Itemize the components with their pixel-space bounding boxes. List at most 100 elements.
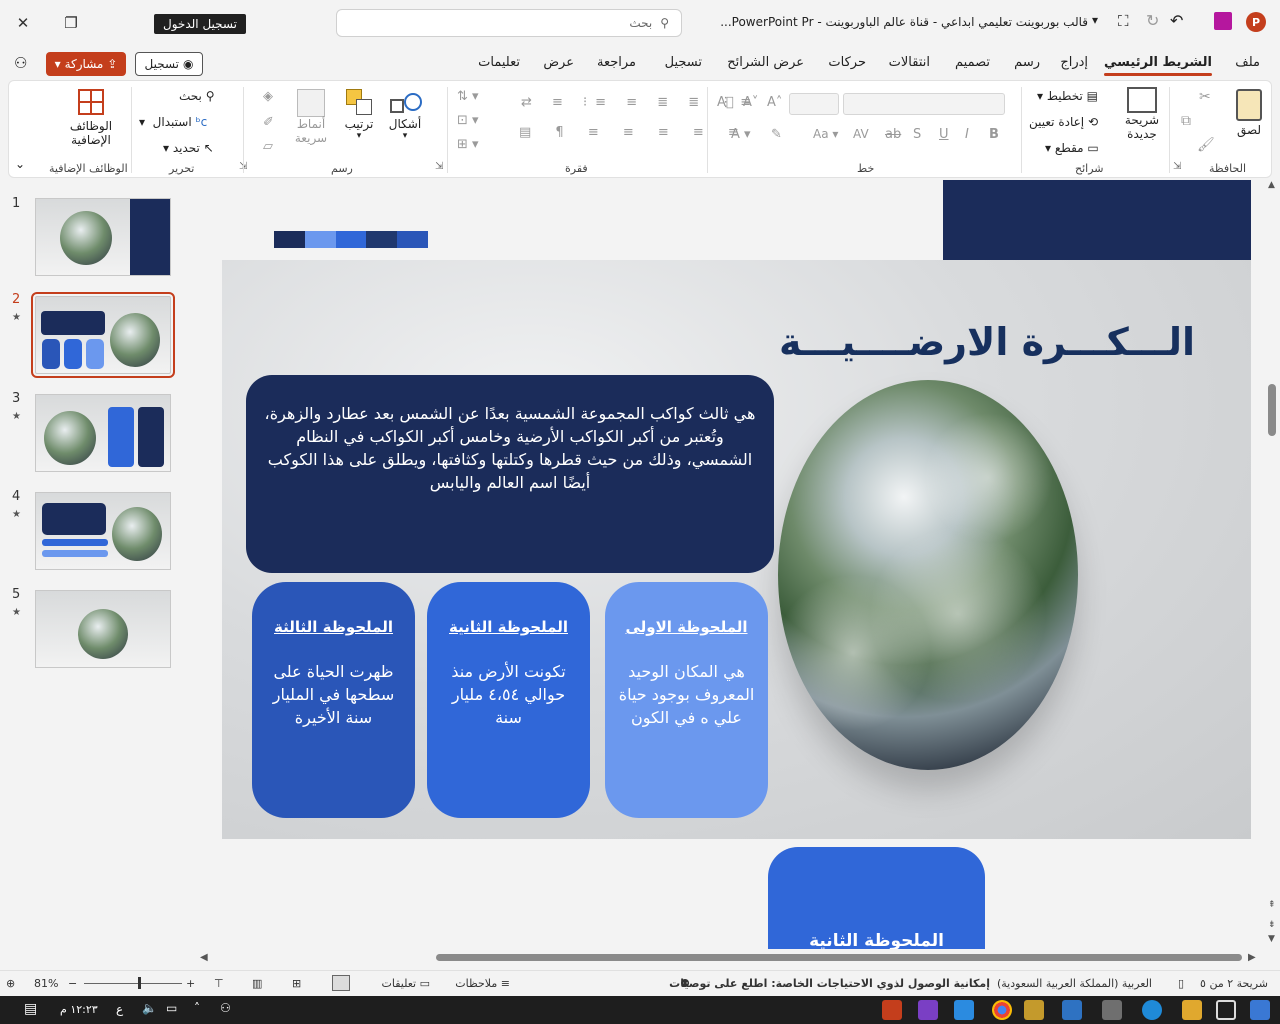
tab-help[interactable]: تعليمات (478, 55, 520, 70)
store-icon[interactable] (1102, 1000, 1122, 1020)
font-name-combo[interactable] (843, 93, 1005, 115)
underline-icon[interactable]: U (939, 127, 949, 142)
undo-icon[interactable]: ↶ (1170, 11, 1183, 30)
scroll-down-icon[interactable]: ▼ (1268, 934, 1275, 944)
offslide-color-stripe[interactable] (274, 231, 428, 248)
app-icon[interactable] (918, 1000, 938, 1020)
smartart-icon[interactable]: ⊞ ▾ (457, 137, 479, 152)
search-box[interactable]: بحث ⚲ (336, 9, 682, 37)
dialog-launcher-icon[interactable]: ⇲ (435, 161, 443, 172)
copy-icon[interactable]: ⧉ (1181, 113, 1191, 129)
strikethrough-icon[interactable]: ab (885, 127, 901, 142)
slide-thumbnail-3[interactable] (35, 394, 171, 472)
replace-button[interactable]: ▾ استبدال ᵇc (139, 115, 207, 129)
character-spacing-icon[interactable]: AV (853, 127, 869, 141)
page-down-icon[interactable]: ⇟ (1268, 920, 1276, 930)
shape-effects-icon[interactable]: ▱ (263, 139, 273, 154)
reading-view-icon[interactable]: ▥ (252, 977, 262, 990)
main-text-box[interactable]: هي ثالث كواكب المجموعة الشمسية بعدًا عن … (246, 375, 774, 573)
find-button[interactable]: بحث ⚲ (179, 89, 215, 103)
input-language[interactable]: ع (116, 1002, 123, 1016)
notes-button[interactable]: ملاحظات ≡ (455, 977, 510, 990)
chrome-icon[interactable] (992, 1000, 1012, 1020)
folder-icon[interactable] (1024, 1000, 1044, 1020)
scroll-left-icon[interactable]: ◀ (200, 952, 208, 963)
fit-slide-icon[interactable]: ⊕ (6, 977, 15, 990)
font-size-combo[interactable] (789, 93, 839, 115)
tab-file[interactable]: ملف (1235, 55, 1260, 70)
reset-button[interactable]: إعادة تعيين ⟲ (1029, 115, 1098, 129)
tab-home[interactable]: الشريط الرئيسي (1104, 55, 1212, 76)
powerpoint-taskbar-icon[interactable] (882, 1000, 902, 1020)
slide-thumbnail-1[interactable] (35, 198, 171, 276)
horizontal-scrollbar[interactable]: ◀ ▶ (200, 950, 1260, 964)
restore-icon[interactable]: ❐ (56, 8, 86, 38)
slide-thumbnail-4[interactable] (35, 492, 171, 570)
zoom-out-icon[interactable]: − (68, 977, 77, 990)
people-tray-icon[interactable]: ⚇ (220, 1001, 231, 1015)
network-icon[interactable]: ▭ (166, 1001, 177, 1015)
slide-title[interactable]: الـــكـــرة الارضــــيـــة (779, 320, 1195, 364)
increase-font-icon[interactable]: A˄ (767, 95, 782, 110)
shape-fill-icon[interactable]: ◈ (263, 89, 273, 104)
tab-insert[interactable]: إدراج (1060, 55, 1088, 70)
edge-icon[interactable] (1142, 1000, 1162, 1020)
tab-draw[interactable]: رسم (1014, 55, 1040, 70)
paste-button[interactable]: لصق (1231, 89, 1267, 137)
tab-review[interactable]: مراجعة (597, 55, 636, 70)
customize-toolbar-icon[interactable]: ▾ (1092, 13, 1098, 27)
share-button[interactable]: ▾ مشاركة ⇪ (46, 52, 126, 76)
slide-thumbnail-2[interactable] (31, 292, 175, 378)
slideshow-view-icon[interactable]: ⊤ (214, 977, 224, 990)
record-button[interactable]: تسجيل ◉ (135, 52, 203, 76)
format-painter-icon[interactable]: 🖌 (1197, 137, 1215, 153)
highlight-icon[interactable]: ✎ (771, 127, 782, 142)
scroll-up-icon[interactable]: ▲ (1268, 180, 1275, 190)
slide-canvas[interactable]: الـــكـــرة الارضــــيـــة هي ثالث كواكب… (222, 260, 1251, 839)
slide-sorter-icon[interactable]: ⊞ (292, 977, 301, 990)
zoom-in-icon[interactable]: + (186, 977, 195, 990)
addins-button[interactable]: الوظائف الإضافية (63, 89, 119, 147)
close-icon[interactable]: ✕ (8, 8, 38, 38)
select-button[interactable]: ▾ تحديد ↖ (163, 141, 214, 155)
save-icon[interactable] (1214, 12, 1232, 30)
language-status[interactable]: العربية (المملكة العربية السعودية) (997, 977, 1152, 990)
tab-record[interactable]: تسجيل (665, 55, 702, 70)
comments-button[interactable]: تعليقات ▭ (382, 977, 431, 990)
shadow-icon[interactable]: S (913, 127, 921, 142)
change-case-icon[interactable]: Aa ▾ (813, 127, 838, 141)
task-view-icon[interactable] (1216, 1000, 1236, 1020)
arrange-button[interactable]: ترتيب ▾ (341, 89, 377, 141)
spelling-icon[interactable]: ▯ (1178, 977, 1184, 990)
sign-in-button[interactable]: تسجيل الدخول (154, 14, 246, 34)
layout-button[interactable]: ▾ تخطيط ▤ (1037, 89, 1098, 103)
accessibility-status[interactable]: إمكانية الوصول لذوي الاحتياجات الخاصة: ا… (669, 977, 990, 990)
tab-transitions[interactable]: انتقالات (889, 55, 930, 70)
mail-icon[interactable] (1062, 1000, 1082, 1020)
quick-styles-button[interactable]: أنماط سريعة (291, 89, 331, 145)
dialog-launcher-icon[interactable]: ⇲ (1173, 161, 1181, 172)
collapse-ribbon-icon[interactable]: ⌄ (15, 157, 25, 171)
taskbar-clock[interactable]: ١٢:٢٣ م (60, 1003, 98, 1016)
bold-icon[interactable]: B (989, 127, 999, 142)
slideshow-icon[interactable]: ⛶ (1118, 12, 1129, 30)
zoom-slider[interactable] (84, 983, 182, 984)
normal-view-icon[interactable] (332, 975, 350, 991)
vertical-scrollbar[interactable]: ▲ ⇞ ⇟ ▼ (1265, 180, 1279, 946)
text-direction-icon[interactable]: ⇅ ▾ (457, 89, 479, 104)
redo-icon[interactable]: ↻ (1146, 11, 1159, 30)
tab-slideshow[interactable]: عرض الشرائح (727, 55, 804, 70)
notification-icon[interactable]: ▤ (24, 1001, 37, 1017)
tab-animations[interactable]: حركات (828, 55, 866, 70)
tray-chevron-icon[interactable]: ˄ (194, 1001, 200, 1015)
note-card-3[interactable]: الملحوظة الثالثة ظهرت الحياة على سطحها ف… (252, 582, 415, 818)
paragraph-list-icons[interactable]: ⇄ ≡ ⁝≡ ≡ ≣ ≣ ⋮≡ (521, 95, 759, 110)
note-card-2[interactable]: الملحوظة الثانية تكونت الأرض منذ حوالي ٤… (427, 582, 590, 818)
slide-thumbnail-5[interactable] (35, 590, 171, 668)
new-slide-button[interactable]: شريحة جديدة (1117, 87, 1167, 141)
zoom-slider-thumb[interactable] (138, 977, 141, 989)
section-button[interactable]: ▾ مقطع ▭ (1045, 141, 1099, 155)
file-explorer-icon[interactable] (1182, 1000, 1202, 1020)
zoom-level[interactable]: 81% (34, 977, 58, 990)
scrollbar-thumb[interactable] (1268, 384, 1276, 436)
